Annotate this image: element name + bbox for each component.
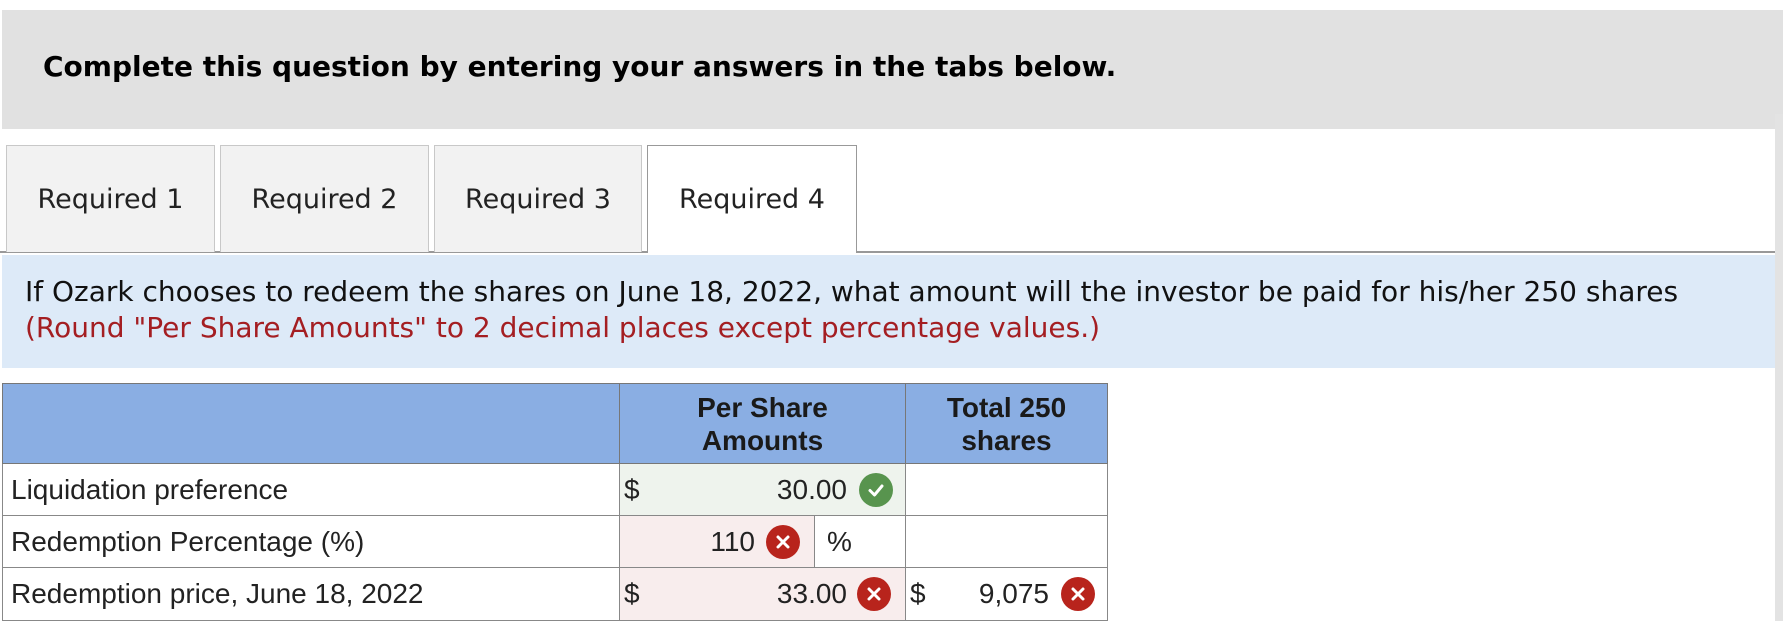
redemption-total-input[interactable]: $ 9,075 (905, 568, 1108, 621)
row-label-redemption-percentage: Redemption Percentage (%) (2, 516, 620, 568)
liquidation-preference-input[interactable]: $ 30.00 (619, 464, 906, 516)
tab-required-3[interactable]: Required 3 (434, 145, 642, 252)
x-circle-icon (766, 524, 800, 559)
page: Complete this question by entering your … (0, 0, 1783, 621)
redemption-price-value: 33.00 (776, 578, 847, 609)
scrollbar-track[interactable] (1775, 114, 1783, 621)
question-text: If Ozark chooses to redeem the shares on… (25, 275, 1679, 308)
redemption-total-value: 9,075 (978, 578, 1049, 609)
x-circle-icon (1061, 577, 1095, 611)
redemption-percentage-total-cell (905, 516, 1108, 568)
percent-unit-cell: % (814, 516, 906, 568)
header-total: Total 250 shares (905, 383, 1108, 464)
liquidation-preference-total-input[interactable] (905, 464, 1108, 516)
liquidation-preference-value: 30.00 (776, 473, 847, 505)
tab-required-2[interactable]: Required 2 (220, 145, 429, 252)
percent-sign: % (827, 525, 852, 557)
currency-symbol: $ (624, 473, 640, 505)
answer-table: Per Share Amounts Total 250 shares Liqui… (2, 383, 1108, 621)
header-label-column (2, 383, 620, 464)
instruction-banner: Complete this question by entering your … (2, 10, 1783, 129)
redemption-price-input[interactable]: $ 33.00 (619, 568, 906, 621)
header-per-share: Per Share Amounts (619, 383, 906, 464)
tab-bar: Required 1 Required 2 Required 3 Require… (0, 145, 1775, 253)
question-panel: If Ozark chooses to redeem the shares on… (2, 255, 1775, 368)
tab-required-4[interactable]: Required 4 (647, 145, 857, 253)
redemption-percentage-input[interactable]: 110 (619, 516, 815, 568)
currency-symbol: $ (910, 578, 926, 609)
row-label-redemption-price: Redemption price, June 18, 2022 (2, 568, 620, 621)
tab-required-1[interactable]: Required 1 (6, 145, 215, 252)
row-label-liquidation-preference: Liquidation preference (2, 464, 620, 516)
rounding-note: (Round "Per Share Amounts" to 2 decimal … (25, 311, 1101, 344)
currency-symbol: $ (624, 578, 640, 609)
redemption-percentage-value: 110 (710, 525, 755, 557)
instruction-title: Complete this question by entering your … (43, 50, 1117, 83)
x-circle-icon (857, 577, 891, 611)
check-circle-icon (859, 472, 893, 507)
